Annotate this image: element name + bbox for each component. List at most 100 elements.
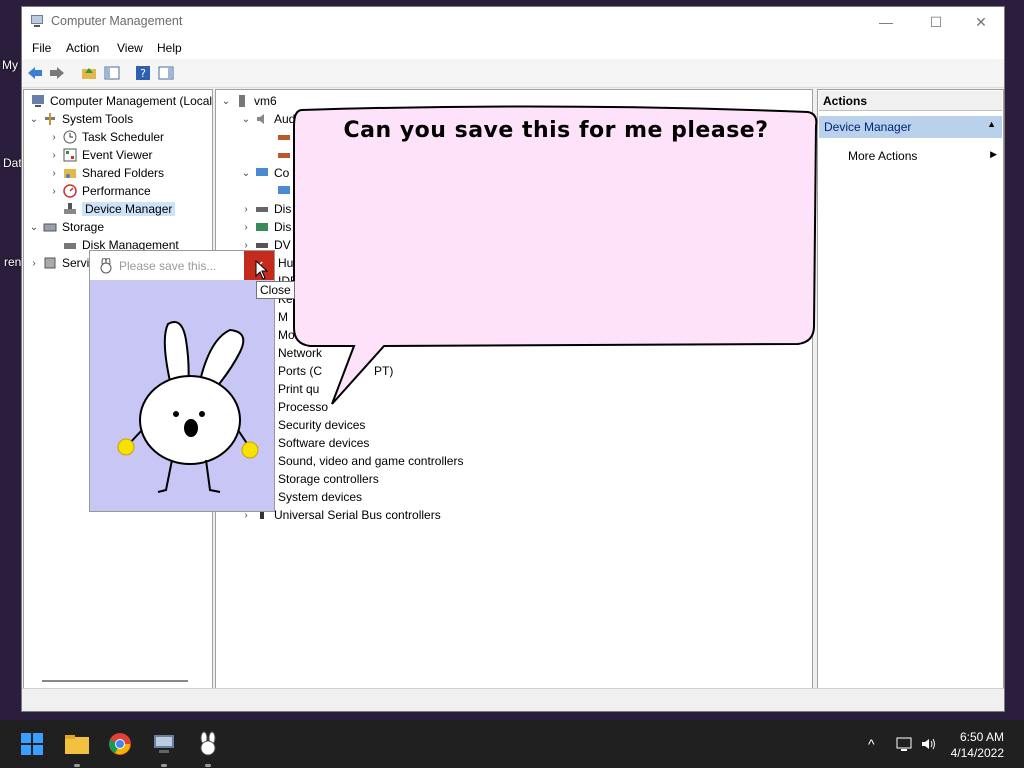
chevron-right-icon[interactable]: › [240,240,252,251]
chevron-right-icon[interactable]: › [48,132,60,143]
chevron-right-icon[interactable]: › [48,168,60,179]
chevron-down-icon[interactable]: ⌄ [240,168,252,179]
volume-icon[interactable] [920,736,938,752]
show-hidden-icons-chevron-icon[interactable]: ^ [868,736,875,752]
maximize-button[interactable]: ☐ [913,7,959,37]
popup-content [90,280,274,511]
help-icon[interactable]: ? [133,63,153,83]
chevron-down-icon[interactable]: ⌄ [28,222,40,233]
device-category[interactable]: › Dis [240,218,291,236]
tree-item-label: Event Viewer [82,148,153,162]
tree-item-services[interactable]: › Servi [28,254,89,272]
chevron-right-icon[interactable]: › [240,204,252,215]
device-category-label: Universal Serial Bus controllers [274,508,441,522]
title-bar[interactable]: Computer Management — ☐ ✕ [22,7,1004,37]
file-explorer-button[interactable] [61,728,93,760]
horizontal-scrollbar[interactable] [42,680,188,682]
clock-icon [63,130,77,144]
tree-item-device-manager[interactable]: Device Manager [60,200,176,218]
bunny-app-taskbar-button[interactable] [192,728,224,760]
device-category-label: Storage controllers [278,472,379,486]
actions-pane: Actions Device Manager ▲ More Actions ▶ [817,89,1004,689]
services-icon [44,257,56,269]
tree-item-label: Performance [82,184,151,198]
network-icon[interactable] [895,736,913,752]
show-hide-tree-icon[interactable] [102,63,122,83]
start-button[interactable] [16,728,48,760]
close-tooltip: Close [256,281,295,299]
tree-item-storage[interactable]: ⌄ Storage [28,218,104,236]
tree-item-label: Storage [62,220,105,234]
device-category[interactable]: Security devices [278,416,365,434]
menu-file[interactable]: File [32,41,51,55]
tree-item-label: Shared Folders [82,166,165,180]
please-save-popup[interactable]: Please save this... ✕ [89,250,275,512]
device-category[interactable]: Sound, video and game controllers [278,452,463,470]
chevron-right-icon[interactable]: › [240,222,252,233]
tree-root[interactable]: Computer Management (Local [28,92,212,110]
submenu-arrow-icon[interactable]: ▶ [990,149,997,160]
chevron-right-icon[interactable]: › [28,258,40,269]
back-arrow-icon[interactable] [25,63,45,83]
system-clock[interactable]: 6:50 AM 4/14/2022 [951,729,1004,761]
chevron-down-icon[interactable]: ⌄ [240,114,252,125]
device-category-label: Software devices [278,436,370,450]
chevron-down-icon[interactable]: ⌄ [220,96,232,107]
tree-item-system-tools[interactable]: ⌄ System Tools [28,110,133,128]
minimize-button[interactable]: — [863,7,909,37]
up-folder-icon[interactable] [79,63,99,83]
device-category[interactable]: Storage controllers [278,470,379,488]
folder-icon [65,735,89,754]
popup-title: Please save this... [119,259,217,273]
tree-item-performance[interactable]: › Performance [48,182,151,200]
forward-arrow-icon[interactable] [47,63,67,83]
audio-icon [257,114,264,124]
menu-help[interactable]: Help [157,41,182,55]
computer-management-icon [154,735,174,753]
close-button[interactable]: ✕ [958,7,1004,37]
chevron-down-icon[interactable]: ⌄ [28,114,40,125]
chevron-right-icon[interactable]: › [48,150,60,161]
tree-item-label: Device Manager [82,202,176,216]
status-bar [22,688,1004,711]
device-category-label: M [278,310,288,324]
tree-item-task-scheduler[interactable]: › Task Scheduler [48,128,164,146]
device-category[interactable]: ⌄ Co [240,164,290,182]
chevron-right-icon[interactable]: › [48,186,60,197]
shared-folder-icon [64,169,76,178]
actions-section-label: Device Manager [824,120,912,134]
menu-view[interactable]: View [117,41,143,55]
tree-item-event-viewer[interactable]: › Event Viewer [48,146,152,164]
desktop-label-2[interactable]: Dat [3,156,22,170]
tree-item-label: Servi [62,256,90,270]
device-manager-icon [64,203,76,214]
bunny-app-icon [100,258,112,274]
tree-item-label: System Tools [62,112,134,126]
menu-action[interactable]: Action [66,41,99,55]
desktop-label-3[interactable]: ren [4,255,21,269]
show-action-pane-icon[interactable] [156,63,176,83]
computer-management-taskbar-button[interactable] [148,728,180,760]
chrome-button[interactable] [104,728,136,760]
device-category[interactable]: Software devices [278,434,369,452]
tree-item-label: Task Scheduler [82,130,165,144]
menu-bar: File Action View Help [22,37,1004,59]
collapse-arrow-icon[interactable]: ▲ [987,119,996,129]
device-category[interactable]: System devices [278,488,362,506]
performance-icon [63,184,77,198]
clock-date: 4/14/2022 [950,746,1004,760]
device-category[interactable]: M [278,308,288,326]
bunny-app-icon [200,731,216,756]
popup-title-bar[interactable]: Please save this... ✕ [90,251,274,280]
window-title: Computer Management [51,14,183,28]
tree-item-shared-folders[interactable]: › Shared Folders [48,164,164,182]
device-category-label: Sound, video and game controllers [278,454,464,468]
bunny-illustration [117,321,259,493]
desktop-label-1[interactable]: My [2,58,18,72]
toolbar: ? [22,59,1004,88]
device-category[interactable]: › Dis [240,200,291,218]
taskbar: ^ 6:50 AM 4/14/2022 [0,720,1024,768]
actions-section-device-manager[interactable]: Device Manager ▲ [819,116,1002,138]
device-tree-root[interactable]: ⌄ vm6 [220,92,277,110]
more-actions-link[interactable]: More Actions [848,149,917,163]
